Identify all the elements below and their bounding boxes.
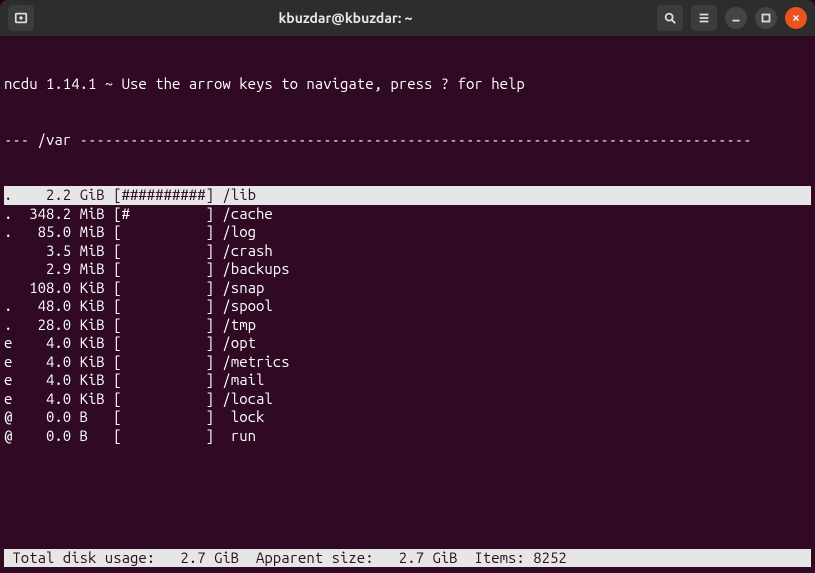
close-icon	[791, 13, 801, 23]
maximize-icon	[759, 11, 773, 25]
ncdu-row[interactable]: . 348.2 MiB [# ] /cache	[4, 205, 811, 224]
window-title: kbuzdar@kbuzdar: ~	[34, 10, 657, 26]
ncdu-row[interactable]: e 4.0 KiB [ ] /opt	[4, 334, 811, 353]
ncdu-row[interactable]: @ 0.0 B [ ] lock	[4, 408, 811, 427]
search-icon	[663, 11, 677, 25]
ncdu-row[interactable]: 108.0 KiB [ ] /snap	[4, 279, 811, 298]
ncdu-path-line: --- /var -------------------------------…	[4, 131, 811, 150]
close-button[interactable]	[785, 7, 807, 29]
maximize-button[interactable]	[755, 7, 777, 29]
titlebar: kbuzdar@kbuzdar: ~	[0, 0, 815, 36]
terminal-viewport[interactable]: ncdu 1.14.1 ~ Use the arrow keys to navi…	[0, 36, 815, 573]
minimize-icon	[729, 11, 743, 25]
ncdu-row[interactable]: e 4.0 KiB [ ] /metrics	[4, 353, 811, 372]
menu-button[interactable]	[691, 5, 717, 31]
ncdu-row[interactable]: e 4.0 KiB [ ] /mail	[4, 371, 811, 390]
ncdu-status-bar: Total disk usage: 2.7 GiB Apparent size:…	[4, 549, 811, 568]
minimize-button[interactable]	[725, 7, 747, 29]
ncdu-row[interactable]: . 85.0 MiB [ ] /log	[4, 223, 811, 242]
ncdu-row[interactable]: 3.5 MiB [ ] /crash	[4, 242, 811, 261]
hamburger-icon	[697, 11, 711, 25]
ncdu-header: ncdu 1.14.1 ~ Use the arrow keys to navi…	[4, 75, 811, 94]
search-button[interactable]	[657, 5, 683, 31]
ncdu-row[interactable]: . 48.0 KiB [ ] /spool	[4, 297, 811, 316]
ncdu-file-list[interactable]: . 2.2 GiB [##########] /lib. 348.2 MiB […	[4, 186, 811, 445]
ncdu-row[interactable]: @ 0.0 B [ ] run	[4, 427, 811, 446]
ncdu-row[interactable]: . 2.2 GiB [##########] /lib	[4, 186, 811, 205]
ncdu-row[interactable]: e 4.0 KiB [ ] /local	[4, 390, 811, 409]
ncdu-row[interactable]: 2.9 MiB [ ] /backups	[4, 260, 811, 279]
new-tab-button[interactable]	[8, 5, 34, 31]
new-tab-icon	[14, 11, 28, 25]
ncdu-row[interactable]: . 28.0 KiB [ ] /tmp	[4, 316, 811, 335]
